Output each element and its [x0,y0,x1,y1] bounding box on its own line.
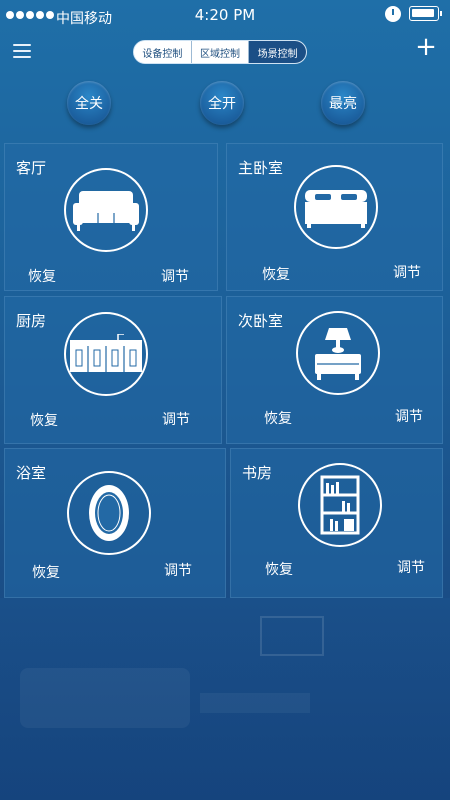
menu-icon[interactable] [13,44,31,58]
adjust-button[interactable]: 调节 [397,557,425,577]
room-card-second-bedroom[interactable]: 次卧室 恢复 调节 [226,296,443,444]
all-off-button[interactable]: 全关 [67,81,111,125]
adjust-button[interactable]: 调节 [164,560,192,580]
sofa-icon [64,168,148,252]
restore-button[interactable]: 恢复 [28,266,56,286]
room-name: 客厅 [16,159,47,177]
bed-icon [294,165,378,249]
scene-table-shape [200,693,310,713]
battery-icon [409,6,442,21]
alarm-icon [385,6,401,22]
room-card-kitchen[interactable]: 厨房 恢复 调节 [4,296,222,444]
scene-sofa-shape [20,668,190,728]
all-on-button[interactable]: 全开 [200,81,244,125]
room-name: 厨房 [16,312,47,330]
restore-button[interactable]: 恢复 [30,410,58,430]
status-bar: 中国移动 4:20 PM [0,0,450,32]
brightest-button[interactable]: 最亮 [321,81,365,125]
tab-device-control[interactable]: 设备控制 [134,41,192,63]
restore-button[interactable]: 恢复 [265,559,293,579]
room-name: 主卧室 [238,159,284,177]
tab-scene-control[interactable]: 场景控制 [249,41,306,63]
room-card-bathroom[interactable]: 浴室 恢复 调节 [4,448,226,598]
adjust-button[interactable]: 调节 [162,409,190,429]
room-card-living-room[interactable]: 客厅 恢复 调节 [4,143,218,291]
mirror-icon [67,471,151,555]
scene-tv-shape [260,616,324,656]
kitchen-icon [64,312,148,396]
room-name: 浴室 [16,464,47,482]
add-icon[interactable]: + [415,34,437,60]
adjust-button[interactable]: 调节 [393,262,421,282]
tab-switcher: 设备控制 区域控制 场景控制 [133,40,307,64]
tab-area-control[interactable]: 区域控制 [191,41,250,63]
background-scene-image [0,598,450,800]
bookshelf-icon [298,463,382,547]
room-card-study[interactable]: 书房 恢复 调节 [230,448,443,598]
restore-button[interactable]: 恢复 [32,562,60,582]
room-card-master-bedroom[interactable]: 主卧室 恢复 调节 [226,143,443,291]
room-name: 次卧室 [238,312,284,330]
lamp-nightstand-icon [296,311,380,395]
adjust-button[interactable]: 调节 [395,406,423,426]
status-time: 4:20 PM [194,6,256,24]
restore-button[interactable]: 恢复 [262,264,290,284]
restore-button[interactable]: 恢复 [264,408,292,428]
adjust-button[interactable]: 调节 [161,266,189,286]
room-name: 书房 [242,464,273,482]
